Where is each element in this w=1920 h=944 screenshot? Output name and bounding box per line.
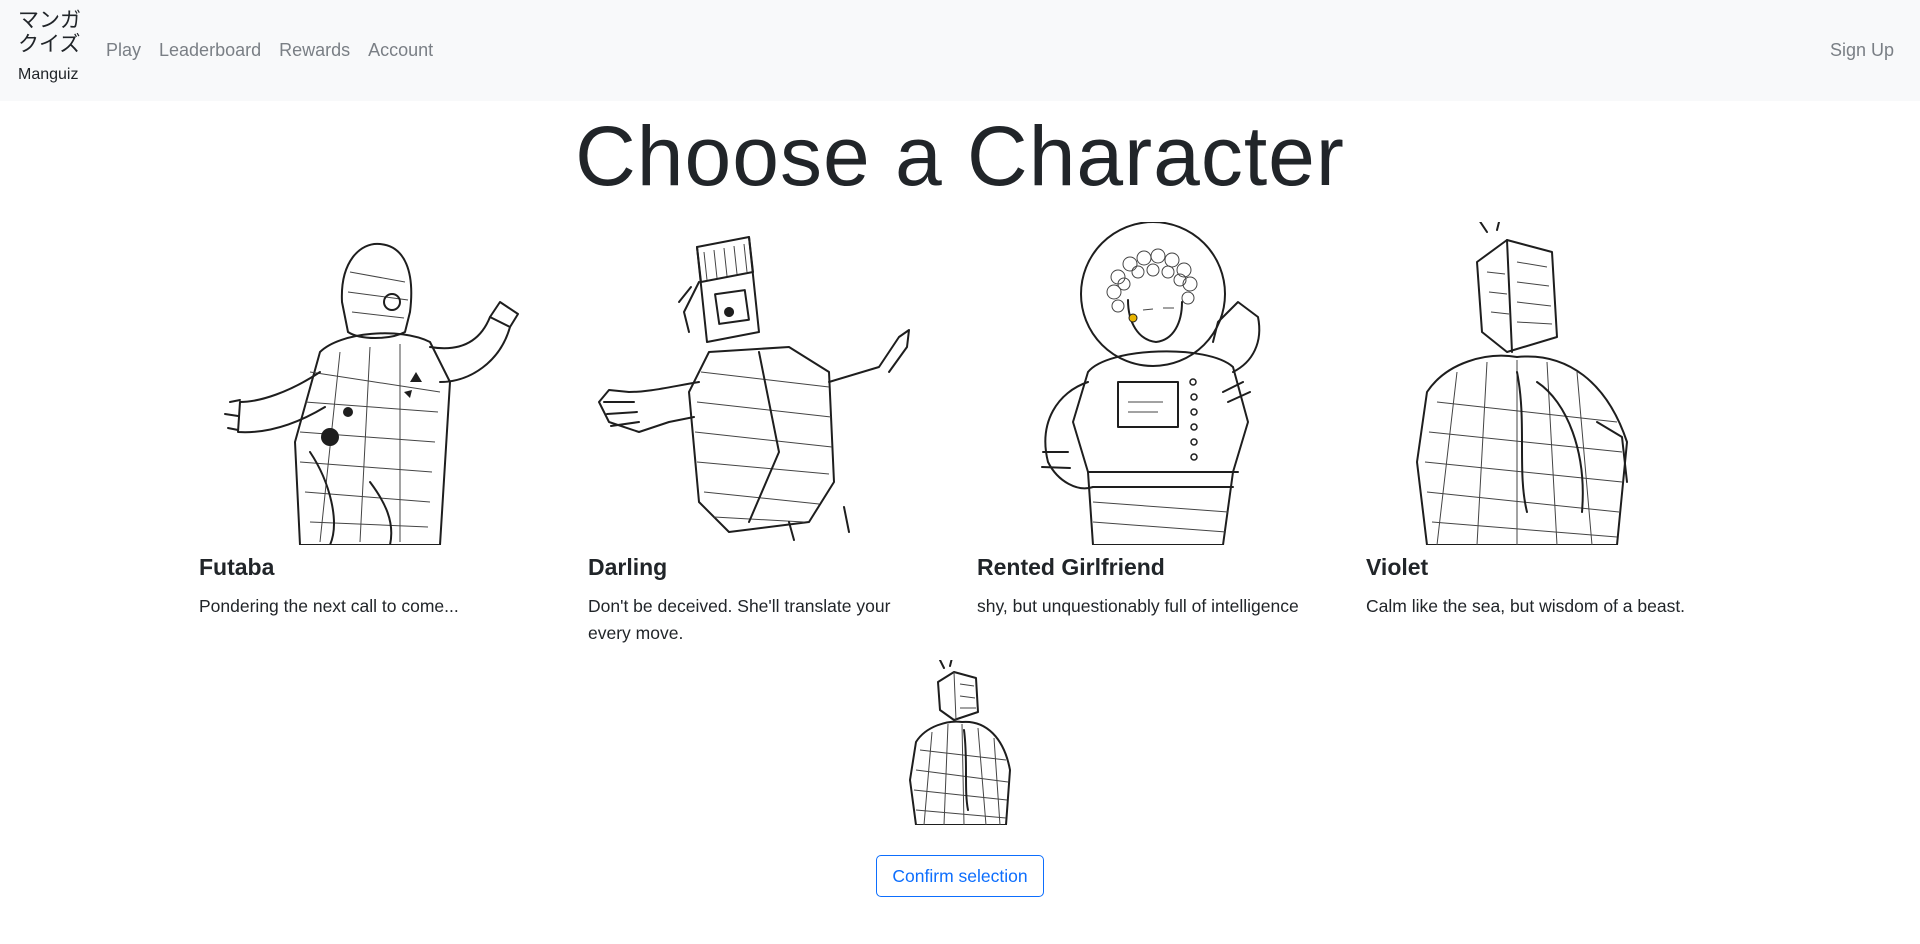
- nav-rewards[interactable]: Rewards: [279, 40, 350, 61]
- nav-links: Play Leaderboard Rewards Account: [106, 40, 433, 61]
- violet-illustration: [1416, 222, 1628, 545]
- character-description: Don't be deceived. She'll translate your…: [588, 596, 891, 643]
- brand-logo-text[interactable]: マンガクイズ: [18, 8, 82, 56]
- brand-name[interactable]: Manguiz: [18, 66, 78, 84]
- character-card-rented-girlfriend[interactable]: Rented Girlfriend shy, but unquestionabl…: [964, 222, 1353, 647]
- rented-girlfriend-illustration: [1041, 222, 1261, 545]
- signup-link[interactable]: Sign Up: [1830, 40, 1894, 61]
- character-name: Rented Girlfriend: [977, 554, 1165, 580]
- nav-account[interactable]: Account: [368, 40, 433, 61]
- nav-play[interactable]: Play: [106, 40, 141, 61]
- confirm-selection-button[interactable]: Confirm selection: [876, 855, 1044, 897]
- character-description: shy, but unquestionably full of intellig…: [977, 596, 1299, 616]
- darling-illustration: [598, 236, 910, 541]
- page-title: Choose a Character: [575, 109, 1345, 203]
- character-name: Darling: [588, 554, 668, 580]
- character-card-violet[interactable]: Violet Calm like the sea, but wisdom of …: [1353, 222, 1742, 647]
- character-card-darling[interactable]: Darling Don't be deceived. She'll transl…: [575, 222, 964, 647]
- selected-character-preview: [909, 660, 1011, 825]
- nav-leaderboard[interactable]: Leaderboard: [159, 40, 261, 61]
- character-description: Pondering the next call to come...: [199, 596, 459, 616]
- character-list: Futaba Pondering the next call to come..…: [186, 222, 1742, 647]
- brand[interactable]: マンガクイズ Manguiz: [18, 8, 82, 84]
- character-card-futaba[interactable]: Futaba Pondering the next call to come..…: [186, 222, 575, 647]
- character-description: Calm like the sea, but wisdom of a beast…: [1366, 596, 1686, 616]
- navbar: マンガクイズ Manguiz Play Leaderboard Rewards …: [0, 0, 1920, 101]
- character-name: Violet: [1366, 554, 1429, 580]
- character-name: Futaba: [199, 554, 275, 580]
- futaba-illustration: [224, 242, 519, 545]
